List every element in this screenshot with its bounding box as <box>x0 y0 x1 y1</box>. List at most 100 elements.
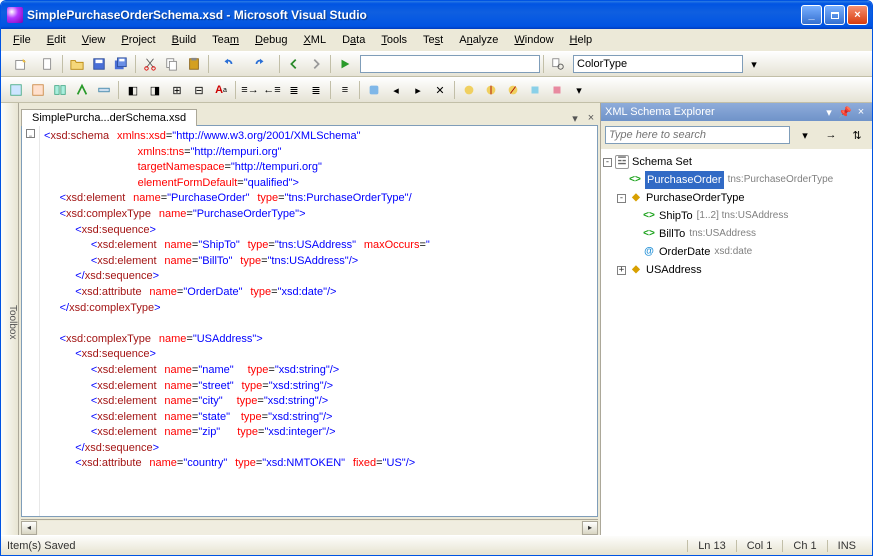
code-editor[interactable]: - <xsd:schema xmlns:xsd="http://www.w3.o… <box>21 125 598 517</box>
xml-tool-e[interactable] <box>547 80 567 100</box>
tree-node-orderdate[interactable]: @OrderDatexsd:date <box>603 243 870 261</box>
toolbar-standard: ▾ <box>1 51 872 77</box>
xml-tool-7[interactable]: ◨ <box>145 80 165 100</box>
tree-node-schema-set[interactable]: -☲Schema Set <box>603 153 870 171</box>
status-line: Ln 13 <box>687 540 736 552</box>
panel-header[interactable]: XML Schema Explorer ▾ 📌 × <box>601 103 872 121</box>
scroll-right-button[interactable]: ▸ <box>582 521 598 535</box>
code-text[interactable]: <xsd:schema xmlns:xsd="http://www.w3.org… <box>40 126 597 516</box>
toolbar-overflow-button[interactable]: ▾ <box>744 54 764 74</box>
new-project-button[interactable] <box>6 54 36 74</box>
indent-button[interactable]: ≡→ <box>240 80 260 100</box>
close-button[interactable]: × <box>847 5 868 25</box>
nav-back-button[interactable] <box>284 54 304 74</box>
content-area: Toolbox SimplePurcha...derSchema.xsd ▾ ×… <box>1 103 872 535</box>
save-button[interactable] <box>89 54 109 74</box>
toolbox-tab[interactable]: Toolbox <box>1 103 19 535</box>
panel-search-row: ▾ → ⇅ <box>601 121 872 149</box>
xml-tool-4[interactable] <box>72 80 92 100</box>
panel-pin-button[interactable]: 📌 <box>838 105 852 119</box>
find-in-files-button[interactable] <box>548 54 568 74</box>
tree-node-purchaseorder[interactable]: <>PurchaseOrdertns:PurchaseOrderType <box>603 171 870 189</box>
xml-tool-1[interactable] <box>6 80 26 100</box>
minimize-button[interactable]: _ <box>801 5 822 25</box>
xml-tool-8[interactable]: ⊞ <box>167 80 187 100</box>
status-bar: Item(s) Saved Ln 13 Col 1 Ch 1 INS <box>1 535 872 555</box>
add-item-button[interactable] <box>38 54 58 74</box>
cut-button[interactable] <box>140 54 160 74</box>
bookmark-button[interactable] <box>364 80 384 100</box>
paste-button[interactable] <box>184 54 204 74</box>
open-button[interactable] <box>67 54 87 74</box>
clear-bookmarks-button[interactable]: ✕ <box>430 80 450 100</box>
tree-node-usaddress[interactable]: +◆USAddress <box>603 261 870 279</box>
tree-node-shipto[interactable]: <>ShipTo[1..2] tns:USAddress <box>603 207 870 225</box>
menu-help[interactable]: Help <box>562 32 601 48</box>
save-all-button[interactable] <box>111 54 131 74</box>
xml-tool-b[interactable] <box>481 80 501 100</box>
tree-node-purchaseordertype[interactable]: -◆PurchaseOrderType <box>603 189 870 207</box>
next-bookmark-button[interactable]: ▸ <box>408 80 428 100</box>
app-icon <box>7 7 23 23</box>
horizontal-scrollbar[interactable]: ◂ ▸ <box>21 519 598 535</box>
prev-bookmark-button[interactable]: ◂ <box>386 80 406 100</box>
xml-tool-5[interactable] <box>94 80 114 100</box>
tab-dropdown-button[interactable]: ▾ <box>568 111 582 125</box>
start-debug-button[interactable] <box>335 54 355 74</box>
menu-analyze[interactable]: Analyze <box>451 32 506 48</box>
xml-tool-10[interactable]: Aa <box>211 80 231 100</box>
search-dropdown-button[interactable]: ▾ <box>795 125 815 145</box>
xml-tool-6[interactable]: ◧ <box>123 80 143 100</box>
panel-dropdown-button[interactable]: ▾ <box>822 105 836 119</box>
menubar: File Edit View Project Build Team Debug … <box>1 29 872 51</box>
tree-node-billto[interactable]: <>BillTotns:USAddress <box>603 225 870 243</box>
menu-xml[interactable]: XML <box>295 32 334 48</box>
undo-button[interactable] <box>213 54 243 74</box>
menu-file[interactable]: File <box>5 32 39 48</box>
menu-team[interactable]: Team <box>204 32 247 48</box>
menu-window[interactable]: Window <box>506 32 561 48</box>
toolbar2-overflow-button[interactable]: ▾ <box>569 80 589 100</box>
schema-search-input[interactable] <box>605 126 790 144</box>
panel-close-button[interactable]: × <box>854 105 868 119</box>
schema-tree[interactable]: -☲Schema Set <>PurchaseOrdertns:Purchase… <box>601 149 872 535</box>
format-button[interactable]: ≡ <box>335 80 355 100</box>
document-tab[interactable]: SimplePurcha...derSchema.xsd <box>21 109 197 126</box>
editor-area: SimplePurcha...derSchema.xsd ▾ × - <xsd:… <box>19 103 600 535</box>
comment-button[interactable]: ≣ <box>284 80 304 100</box>
xml-tool-2[interactable] <box>28 80 48 100</box>
xml-tool-a[interactable] <box>459 80 479 100</box>
menu-tools[interactable]: Tools <box>373 32 415 48</box>
maximize-button[interactable] <box>824 5 845 25</box>
outdent-button[interactable]: ←≡ <box>262 80 282 100</box>
document-tabs: SimplePurcha...derSchema.xsd ▾ × <box>19 103 600 125</box>
toolbar-xml: ◧ ◨ ⊞ ⊟ Aa ≡→ ←≡ ≣ ≣ ≡ ◂ ▸ ✕ ▾ <box>1 77 872 103</box>
menu-project[interactable]: Project <box>113 32 163 48</box>
copy-button[interactable] <box>162 54 182 74</box>
nav-forward-button[interactable] <box>306 54 326 74</box>
tab-close-button[interactable]: × <box>584 111 598 125</box>
uncomment-button[interactable]: ≣ <box>306 80 326 100</box>
outline-gutter[interactable]: - <box>22 126 40 516</box>
menu-debug[interactable]: Debug <box>247 32 295 48</box>
xml-schema-explorer-panel: XML Schema Explorer ▾ 📌 × ▾ → ⇅ -☲Schema… <box>600 103 872 535</box>
sort-button[interactable]: ⇅ <box>847 125 867 145</box>
xml-tool-d[interactable] <box>525 80 545 100</box>
menu-view[interactable]: View <box>74 32 114 48</box>
solution-config-combo[interactable] <box>360 55 540 73</box>
menu-edit[interactable]: Edit <box>39 32 74 48</box>
titlebar[interactable]: SimplePurchaseOrderSchema.xsd - Microsof… <box>1 1 872 29</box>
status-message: Item(s) Saved <box>7 540 75 552</box>
main-window: SimplePurchaseOrderSchema.xsd - Microsof… <box>0 0 873 556</box>
menu-build[interactable]: Build <box>164 32 204 48</box>
redo-button[interactable] <box>245 54 275 74</box>
xml-tool-c[interactable] <box>503 80 523 100</box>
scroll-left-button[interactable]: ◂ <box>21 521 37 535</box>
search-go-button[interactable]: → <box>821 125 841 145</box>
menu-test[interactable]: Test <box>415 32 451 48</box>
find-combo[interactable] <box>573 55 743 73</box>
menu-data[interactable]: Data <box>334 32 373 48</box>
xml-tool-9[interactable]: ⊟ <box>189 80 209 100</box>
xml-tool-3[interactable] <box>50 80 70 100</box>
status-ch: Ch 1 <box>782 540 826 552</box>
